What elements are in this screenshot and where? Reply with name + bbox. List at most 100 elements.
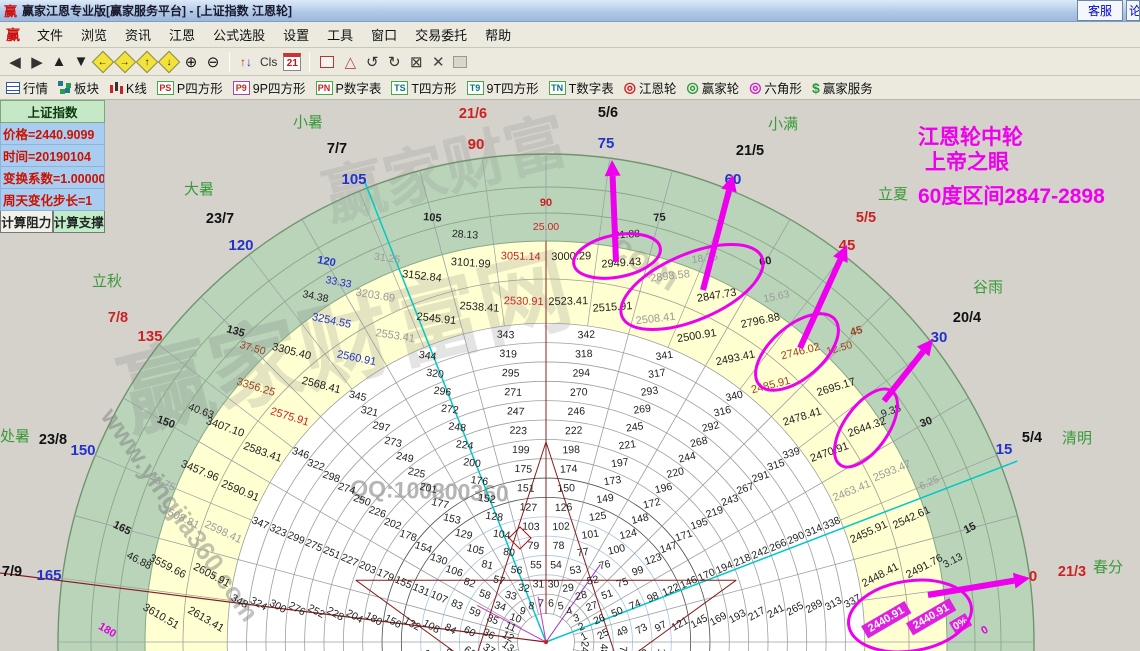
svg-text:126: 126 [555,501,573,514]
shrink-icon[interactable]: ✕ [427,51,449,73]
svg-text:3051.14: 3051.14 [501,250,541,263]
svg-text:247: 247 [507,405,525,418]
menu-item-7[interactable]: 窗口 [362,22,406,47]
svg-text:32: 32 [517,582,530,596]
panel-icon[interactable] [453,55,468,68]
forum-button[interactable]: 论坛 [1126,0,1140,21]
toolbar-separator [309,51,311,72]
9p-square-button[interactable]: P9 9P四方形 [232,78,306,97]
instrument-name: 上证指数 [0,100,105,123]
annotation-text-0: 江恩轮中轮 [918,125,1023,149]
menu-item-1[interactable]: 浏览 [72,22,116,47]
svg-text:270: 270 [570,386,588,399]
gann-wheel-button[interactable]: ◎ 江恩轮 [624,78,677,97]
ps-icon: PS [156,80,174,95]
svg-text:342: 342 [577,329,595,342]
zoom-in-icon[interactable]: ⊕ [180,51,202,73]
menu-item-5[interactable]: 设置 [274,22,318,47]
svg-text:75: 75 [653,211,666,224]
customer-service-button[interactable]: 客服 [1076,0,1123,21]
kline-button[interactable]: K线 [109,78,147,97]
hexagon-button[interactable]: ◎ 六角形 [749,78,802,97]
toolbar-label: P四方形 [176,82,223,96]
pn-icon: PN [315,80,333,95]
outer-label-29: 23/8 [39,432,67,448]
menu-item-9[interactable]: 帮助 [476,22,520,47]
pointer-down-icon[interactable]: ▼ [70,51,92,73]
svg-text:127: 127 [519,501,537,514]
tn-icon: TN [548,80,566,95]
rotate-cw-icon[interactable]: ↻ [383,51,405,73]
rotate-ccw-icon[interactable]: ↺ [361,51,383,73]
pan-down-icon[interactable]: ↓ [157,50,181,73]
outer-label-25: 立秋 [92,273,122,290]
pointer-up-icon[interactable]: ▲ [48,51,70,73]
svg-text:104: 104 [492,528,511,542]
svg-text:271: 271 [504,386,522,399]
pan-right-icon[interactable]: → [113,50,137,73]
p9-icon: P9 [232,80,250,95]
xbox-icon[interactable]: ⊠ [405,51,427,73]
toolbar-label: 赢家轮 [701,82,740,96]
instrument-values: 价格=2440.9099 时间=20190104 变换系数=1.000000 周天变化… [0,123,105,211]
updown-icon[interactable]: ↑ ↓ [235,51,257,73]
svg-text:102: 102 [552,520,570,533]
menu-item-6[interactable]: 工具 [318,22,362,47]
p-table-button[interactable]: PN P数字表 [315,78,381,97]
calc-resistance-button[interactable]: 计算阻力 [0,211,53,233]
svg-text:296: 296 [433,385,452,399]
toolbar-label: 9T四方形 [486,82,539,96]
svg-text:221: 221 [618,438,637,452]
target-icon: ◎ [686,79,699,95]
svg-text:317: 317 [647,367,666,381]
pan-left-icon[interactable]: ← [91,50,115,73]
forward-icon[interactable]: ▶ [26,51,48,73]
main-toolbar: ◀ ▶ ▲ ▼ ← → ↑ ↓ ⊕ ⊖ ↑ ↓ Cls 21 △ ↺ ↻ ⊠ ✕ [0,48,1140,76]
svg-text:48: 48 [597,644,609,651]
svg-text:79: 79 [527,540,539,553]
svg-text:224: 224 [455,438,474,452]
svg-text:53: 53 [569,564,582,578]
toolbar-label: 六角形 [764,82,802,96]
annotation-arrow-0 [609,175,619,263]
winner-service-button[interactable]: $ 赢家服务 [812,78,873,97]
gann-wheel-chart: 赢家财富网 赢家财富 www.yingjia360.com com QQ:1008003… [0,100,1140,651]
sectors-button[interactable]: 板块 [58,78,99,97]
toolbar-label: K线 [126,82,147,96]
outer-label-7: 小满 [768,116,798,133]
outer-label-22: 大暑 [184,181,214,198]
pan-up-icon[interactable]: ↑ [135,50,159,73]
quotes-button[interactable]: 行情 [6,78,48,97]
svg-text:28.13: 28.13 [452,228,479,242]
svg-text:198: 198 [562,444,580,457]
p-square-button[interactable]: PS P四方形 [156,78,223,97]
menu-item-0[interactable]: 文件 [28,22,72,47]
cls-button[interactable]: Cls [257,51,280,73]
svg-text:55: 55 [530,559,542,572]
calendar-icon[interactable]: 21 [283,52,302,71]
9t-square-button[interactable]: T9 9T四方形 [466,78,539,97]
svg-text:272: 272 [440,402,459,416]
panel-value-row-1: 时间=20190104 [0,145,105,167]
outer-label-26: 7/8 [108,310,128,326]
zoom-out-icon[interactable]: ⊖ [202,51,224,73]
menu-item-8[interactable]: 交易委托 [406,22,476,47]
svg-text:176: 176 [470,474,489,488]
back-icon[interactable]: ◀ [4,51,26,73]
svg-text:29: 29 [561,582,574,596]
winner-wheel-button[interactable]: ◎ 赢家轮 [686,78,739,97]
menu-item-4[interactable]: 公式选股 [204,22,274,47]
t9-icon: T9 [466,80,484,95]
svg-text:223: 223 [509,425,527,438]
title-bar: 赢 赢家江恩专业版[赢家服务平台] - [上证指数 江恩轮] 客服 论坛 [0,0,1140,22]
svg-text:151: 151 [517,482,535,495]
toolbar-label: T数字表 [568,82,614,96]
t-square-button[interactable]: TS T四方形 [391,78,457,97]
menu-item-2[interactable]: 资讯 [116,22,160,47]
menu-item-3[interactable]: 江恩 [160,22,204,47]
triangle-tool-icon[interactable]: △ [339,51,361,73]
rectangle-tool-icon[interactable] [320,55,335,68]
calc-support-button[interactable]: 计算支撑 [52,211,105,233]
t-table-button[interactable]: TN T数字表 [548,78,614,97]
outer-label-11: 5/5 [856,210,876,226]
